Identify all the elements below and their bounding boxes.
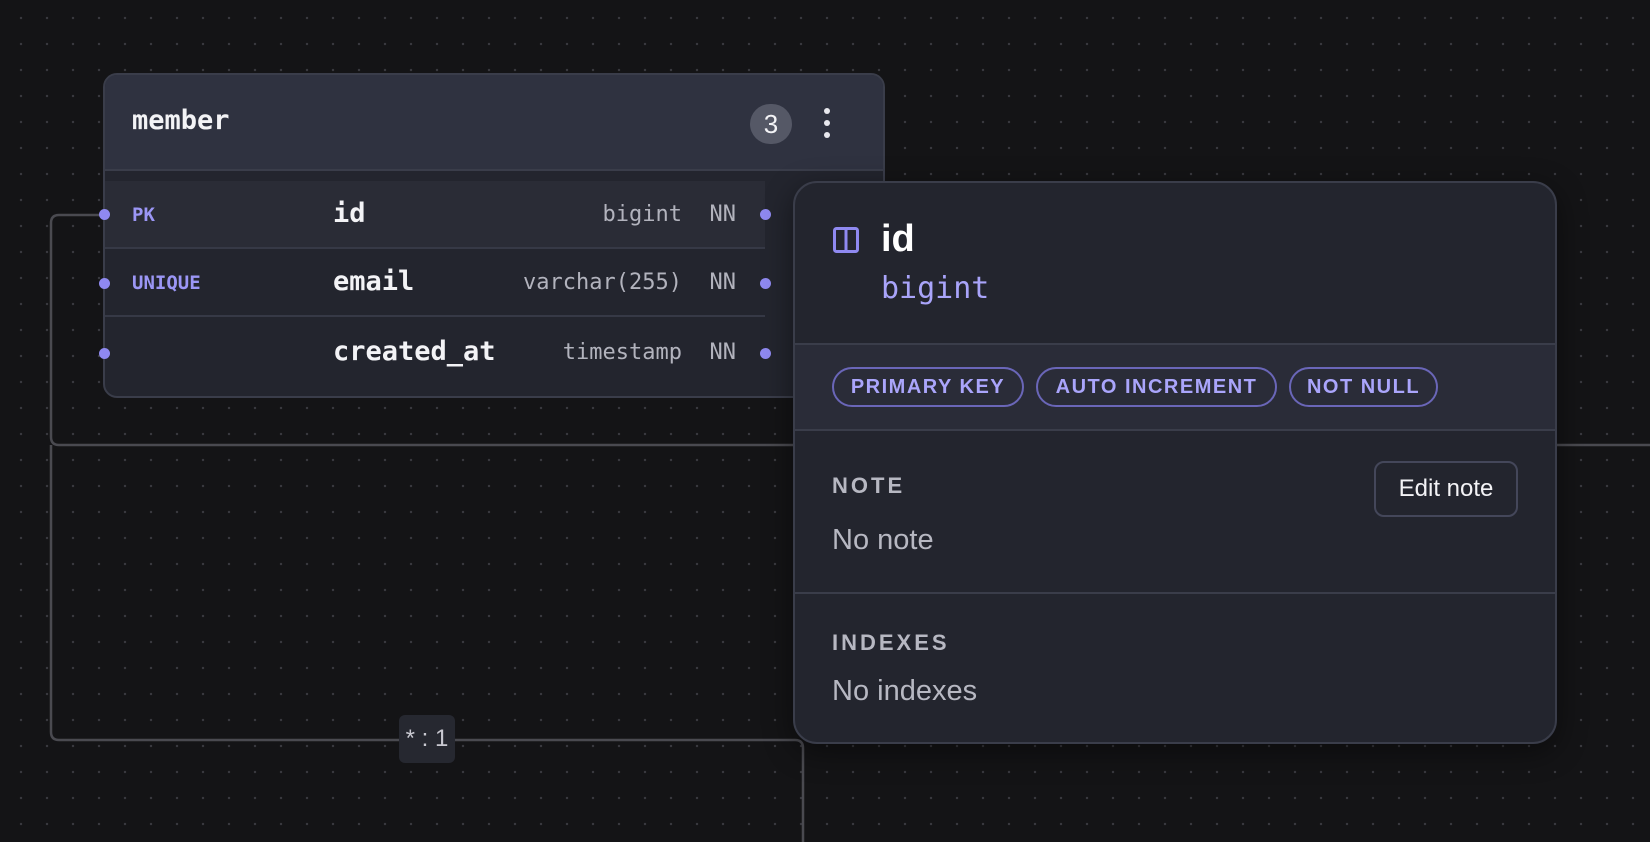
field-not-null: NN	[709, 340, 737, 365]
table-header[interactable]: member 3	[105, 75, 883, 171]
field-type: varchar(255)	[523, 270, 682, 295]
field-row-email[interactable]: UNIQUE email varchar(255) NN	[105, 249, 765, 317]
field-constraint-badge: PK	[132, 204, 155, 226]
badge-not-null: NOT NULL	[1289, 367, 1438, 407]
indexes-value: No indexes	[832, 675, 978, 707]
field-type: timestamp	[562, 340, 682, 365]
handle-left-email[interactable]	[99, 278, 110, 289]
section-divider	[795, 592, 1555, 594]
field-row-created-at[interactable]: created_at timestamp NN	[105, 319, 765, 387]
note-section-label: NOTE	[832, 473, 906, 498]
column-count-badge: 3	[750, 104, 792, 144]
column-constraint-badges: PRIMARY KEY AUTO INCREMENT NOT NULL	[795, 343, 1555, 431]
handle-right-id[interactable]	[760, 209, 771, 220]
table-name: member	[132, 105, 230, 136]
note-value: No note	[832, 524, 934, 556]
field-not-null: NN	[709, 202, 737, 227]
indexes-section-label: INDEXES	[832, 630, 950, 655]
column-detail-title: id	[881, 218, 915, 260]
field-row-id[interactable]: PK id bigint NN	[105, 181, 765, 249]
columns-icon	[833, 227, 859, 253]
more-vertical-icon[interactable]	[817, 103, 837, 143]
field-name: id	[333, 198, 366, 229]
relationship-edge-lower[interactable]	[49, 445, 805, 842]
column-detail-type: bigint	[881, 271, 990, 306]
field-type: bigint	[602, 202, 682, 227]
field-name: email	[333, 266, 415, 297]
column-detail-popover: id bigint PRIMARY KEY AUTO INCREMENT NOT…	[793, 181, 1557, 744]
handle-right-email[interactable]	[760, 278, 771, 289]
relationship-cardinality-label[interactable]: * : 1	[399, 715, 455, 763]
handle-left-created-at[interactable]	[99, 348, 110, 359]
badge-auto-increment: AUTO INCREMENT	[1036, 367, 1277, 407]
edit-note-button[interactable]: Edit note	[1374, 461, 1518, 517]
field-constraint-badge: UNIQUE	[132, 272, 201, 294]
handle-right-created-at[interactable]	[760, 348, 771, 359]
badge-primary-key: PRIMARY KEY	[832, 367, 1024, 407]
field-name: created_at	[333, 336, 496, 367]
field-not-null: NN	[709, 270, 737, 295]
handle-left-id[interactable]	[99, 209, 110, 220]
